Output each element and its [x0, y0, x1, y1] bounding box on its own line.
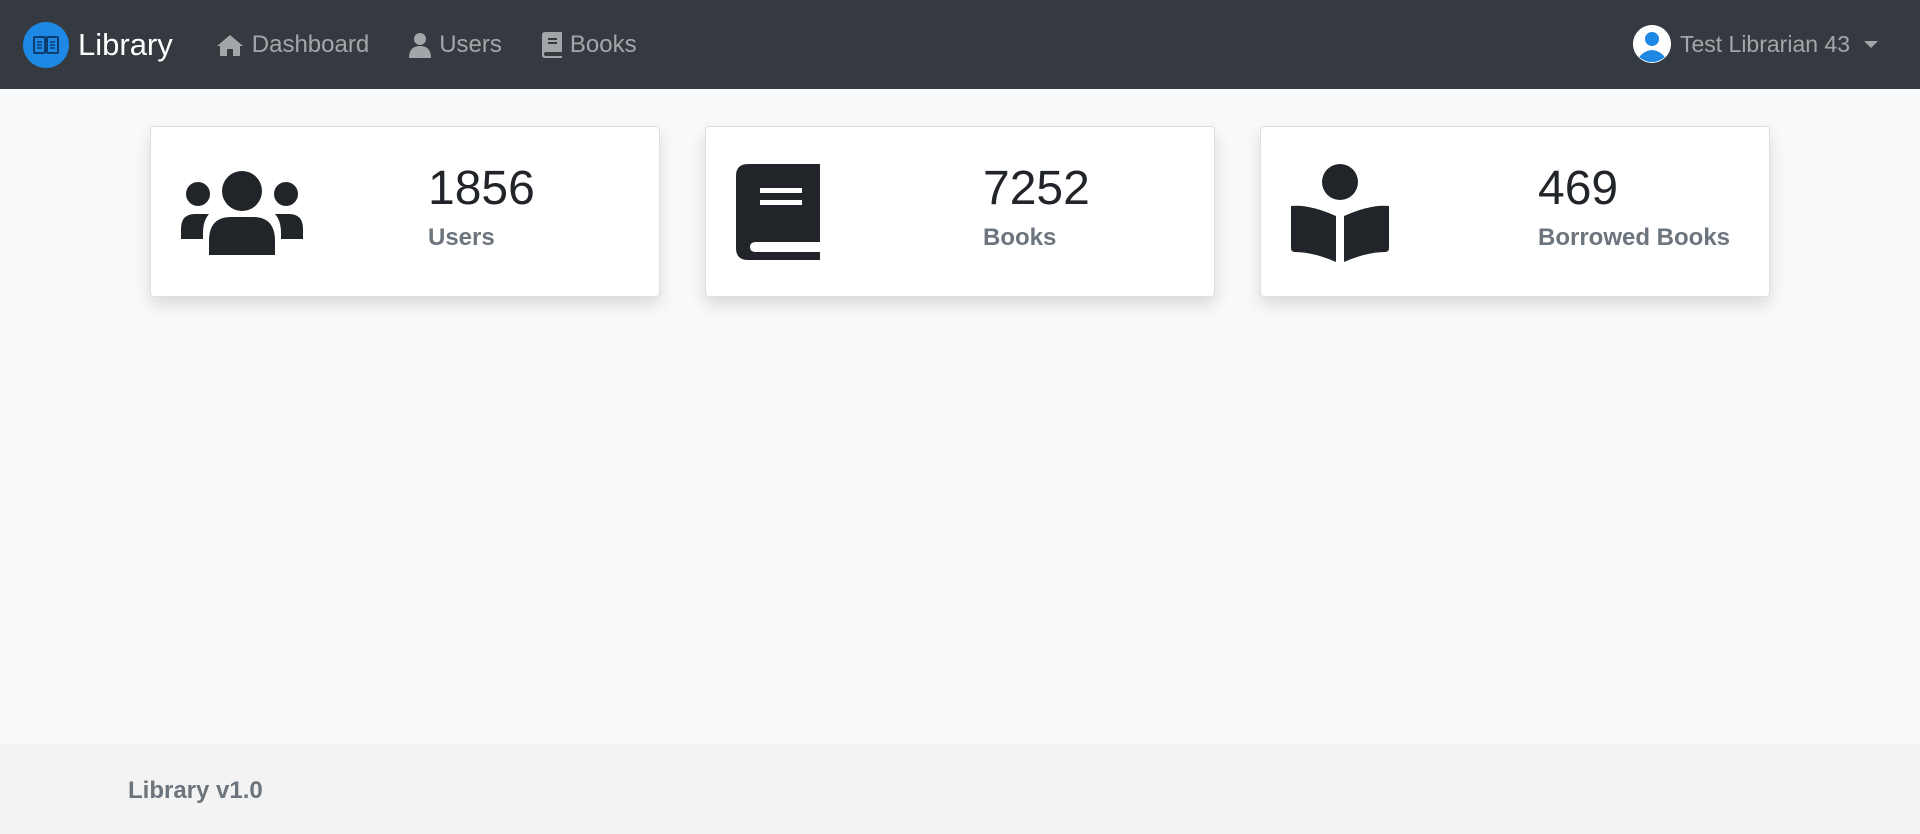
stat-label: Borrowed Books — [1538, 223, 1731, 251]
brand-link[interactable]: Library — [23, 21, 173, 68]
stat-text: 7252 Books — [983, 162, 1090, 252]
user-dropdown[interactable]: Test Librarian 43 — [1632, 25, 1878, 63]
nav-dashboard[interactable]: Dashboard — [216, 31, 369, 59]
home-icon — [216, 34, 243, 56]
brand-title: Library — [78, 26, 173, 62]
nav-users-label: Users — [439, 30, 502, 58]
navbar: Library Dashboard Users Books Test Libra… — [0, 0, 1920, 89]
book-icon — [541, 31, 562, 58]
nav-books[interactable]: Books — [541, 30, 637, 59]
footer: Library v1.0 — [0, 744, 1920, 834]
library-logo-icon — [23, 21, 69, 68]
users-group-icon — [181, 169, 303, 260]
stat-text: 1856 Users — [428, 162, 535, 252]
stat-card-books: 7252 Books — [705, 126, 1215, 297]
nav-books-label: Books — [569, 30, 637, 58]
nav-dashboard-label: Dashboard — [251, 30, 370, 58]
stat-card-borrowed-books: 469 Borrowed Books — [1260, 126, 1770, 297]
stat-text: 469 Borrowed Books — [1538, 162, 1731, 252]
stat-label: Books — [983, 223, 1057, 251]
nav-users[interactable]: Users — [409, 31, 502, 59]
nav-links: Dashboard Users Books — [216, 31, 677, 59]
book-icon — [736, 164, 822, 265]
footer-version: Library v1.0 — [128, 777, 263, 804]
stat-value: 1856 — [428, 162, 535, 215]
avatar-icon — [1632, 25, 1671, 63]
user-name: Test Librarian 43 — [1679, 30, 1850, 57]
chevron-down-icon — [1864, 40, 1878, 48]
user-icon — [409, 32, 432, 58]
stat-value: 7252 — [983, 162, 1090, 215]
stat-value: 469 — [1538, 162, 1619, 215]
stat-label: Users — [428, 223, 495, 251]
stat-card-users: 1856 Users — [150, 126, 660, 297]
book-reader-icon — [1291, 164, 1389, 267]
